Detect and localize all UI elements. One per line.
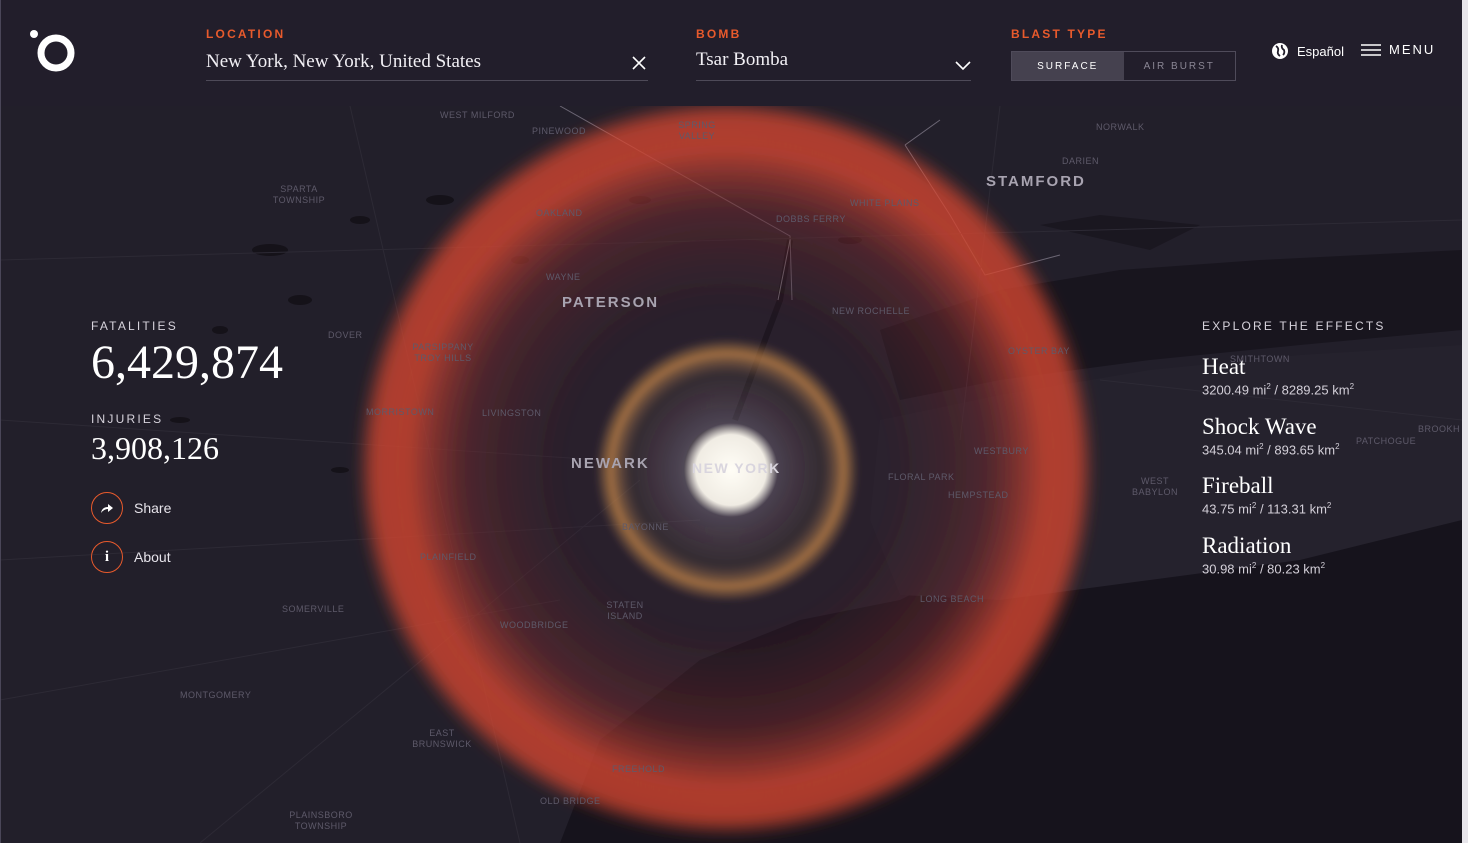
map-label-livingston: LIVINGSTON <box>482 408 542 418</box>
map-label-hempstead: HEMPSTEAD <box>948 490 1009 500</box>
share-button[interactable]: Share <box>91 492 171 524</box>
effect-name: Radiation <box>1202 533 1292 558</box>
map-label-old-bridge: OLD BRIDGE <box>540 796 601 806</box>
effect-name: Shock Wave <box>1202 414 1317 439</box>
map-label-west-babylon: WEST BABYLON <box>1131 476 1179 497</box>
map-label-brookhaven: BROOKH <box>1418 424 1461 434</box>
map-label-bayonne: BAYONNE <box>622 522 669 532</box>
map-label-wayne: WAYNE <box>546 272 581 282</box>
map-label-new-rochelle: NEW ROCHELLE <box>832 306 911 316</box>
blast-surface-button[interactable]: SURFACE <box>1012 52 1124 80</box>
map-label-plainsboro: PLAINSBORO TOWNSHIP <box>289 810 353 831</box>
map-label-east-brunswick: EAST BRUNSWICK <box>412 728 472 749</box>
effect-area: 3200.49 mi2 / 8289.25 km2 <box>1202 382 1355 398</box>
map-label-stamford: STAMFORD <box>986 173 1086 190</box>
blast-type-toggle: SURFACE AIR BURST <box>1011 51 1236 81</box>
fatalities-value: 6,429,874 <box>91 336 283 389</box>
effects-panel: EXPLORE THE EFFECTS Heat 3200.49 mi2 / 8… <box>1202 319 1452 576</box>
location-label: LOCATION <box>206 27 286 41</box>
casualty-stats: FATALITIES 6,429,874 INJURIES 3,908,126 … <box>91 319 283 573</box>
injuries-label: INJURIES <box>91 412 164 426</box>
effects-heading: EXPLORE THE EFFECTS <box>1202 319 1386 333</box>
effect-name: Fireball <box>1202 473 1274 498</box>
map-label-new-york: NEW YORK <box>692 460 781 476</box>
injuries-value: 3,908,126 <box>91 430 219 466</box>
map-label-newark: NEWARK <box>571 455 650 472</box>
menu-button[interactable]: MENU <box>1361 42 1435 57</box>
map-label-oyster-bay: OYSTER BAY <box>1008 346 1070 356</box>
bomb-select[interactable]: Tsar Bomba <box>696 46 971 81</box>
map-label-pinewood: PINEWOOD <box>532 126 587 136</box>
blast-air-burst-button[interactable]: AIR BURST <box>1124 52 1236 80</box>
share-label: Share <box>134 500 172 516</box>
window-edge-right <box>1462 0 1468 843</box>
location-field[interactable] <box>206 48 648 81</box>
window-edge-left <box>0 0 1 843</box>
language-switch[interactable]: Español <box>1271 42 1344 60</box>
chevron-down-icon[interactable] <box>955 58 971 71</box>
effect-name: Heat <box>1202 354 1246 379</box>
map-label-westbury: WESTBURY <box>974 446 1029 456</box>
map-label-dobbs-ferry: DOBBS FERRY <box>776 214 846 224</box>
map-label-norwalk: NORWALK <box>1096 122 1145 132</box>
map-label-sparta: SPARTA TOWNSHIP <box>272 184 326 205</box>
map-label-long-beach: LONG BEACH <box>920 594 985 604</box>
bomb-label: BOMB <box>696 27 742 41</box>
map-label-spring-valley: SPRING VALLEY <box>678 120 716 141</box>
map-label-staten-island: STATEN ISLAND <box>606 600 644 621</box>
effect-area: 43.75 mi2 / 113.31 km2 <box>1202 501 1332 517</box>
bomb-value: Tsar Bomba <box>696 49 789 70</box>
hamburger-icon <box>1361 43 1381 56</box>
map-label-plainfield: PLAINFIELD <box>420 552 477 562</box>
map-label-white-plains: WHITE PLAINS <box>850 198 920 208</box>
map-label-oakland: OAKLAND <box>536 208 583 218</box>
fatalities-label: FATALITIES <box>91 319 178 333</box>
map-label-floral-park: FLORAL PARK <box>888 472 955 482</box>
map-label-woodbridge: WOODBRIDGE <box>500 620 569 630</box>
effect-fireball[interactable]: Fireball 43.75 mi2 / 113.31 km2 <box>1202 473 1331 516</box>
map-label-paterson: PATERSON <box>562 294 660 311</box>
blast-type-label: BLAST TYPE <box>1011 27 1108 41</box>
location-input[interactable] <box>206 48 616 73</box>
effect-heat[interactable]: Heat 3200.49 mi2 / 8289.25 km2 <box>1202 354 1354 397</box>
map-label-parsippany: PARSIPPANY TROY HILLS <box>412 342 474 363</box>
map-label-patchogue: PATCHOGUE <box>1356 436 1417 446</box>
map-label-morristown: MORRISTOWN <box>366 407 435 417</box>
share-icon <box>91 492 123 524</box>
close-icon[interactable] <box>630 54 648 72</box>
about-label: About <box>134 549 171 565</box>
map-label-dover: DOVER <box>328 330 363 340</box>
menu-label: MENU <box>1389 42 1436 57</box>
effect-area: 30.98 mi2 / 80.23 km2 <box>1202 561 1326 577</box>
effect-radiation[interactable]: Radiation 30.98 mi2 / 80.23 km2 <box>1202 533 1325 576</box>
info-icon: i <box>91 541 123 573</box>
globe-icon <box>1272 43 1288 59</box>
logo-icon[interactable] <box>28 28 78 78</box>
map-label-freehold: FREEHOLD <box>612 764 666 774</box>
about-button[interactable]: i About <box>91 541 171 573</box>
map-label-somerville: SOMERVILLE <box>282 604 345 614</box>
top-bar: LOCATION BOMB Tsar Bomba BLAST TYPE SURF… <box>0 0 1462 106</box>
effect-area: 345.04 mi2 / 893.65 km2 <box>1202 442 1340 458</box>
map-label-montgomery: MONTGOMERY <box>180 690 252 700</box>
map-label-darien: DARIEN <box>1062 156 1100 166</box>
map-label-west-milford: WEST MILFORD <box>440 110 515 120</box>
effect-shock-wave[interactable]: Shock Wave 345.04 mi2 / 893.65 km2 <box>1202 414 1340 457</box>
language-label: Español <box>1297 43 1344 59</box>
